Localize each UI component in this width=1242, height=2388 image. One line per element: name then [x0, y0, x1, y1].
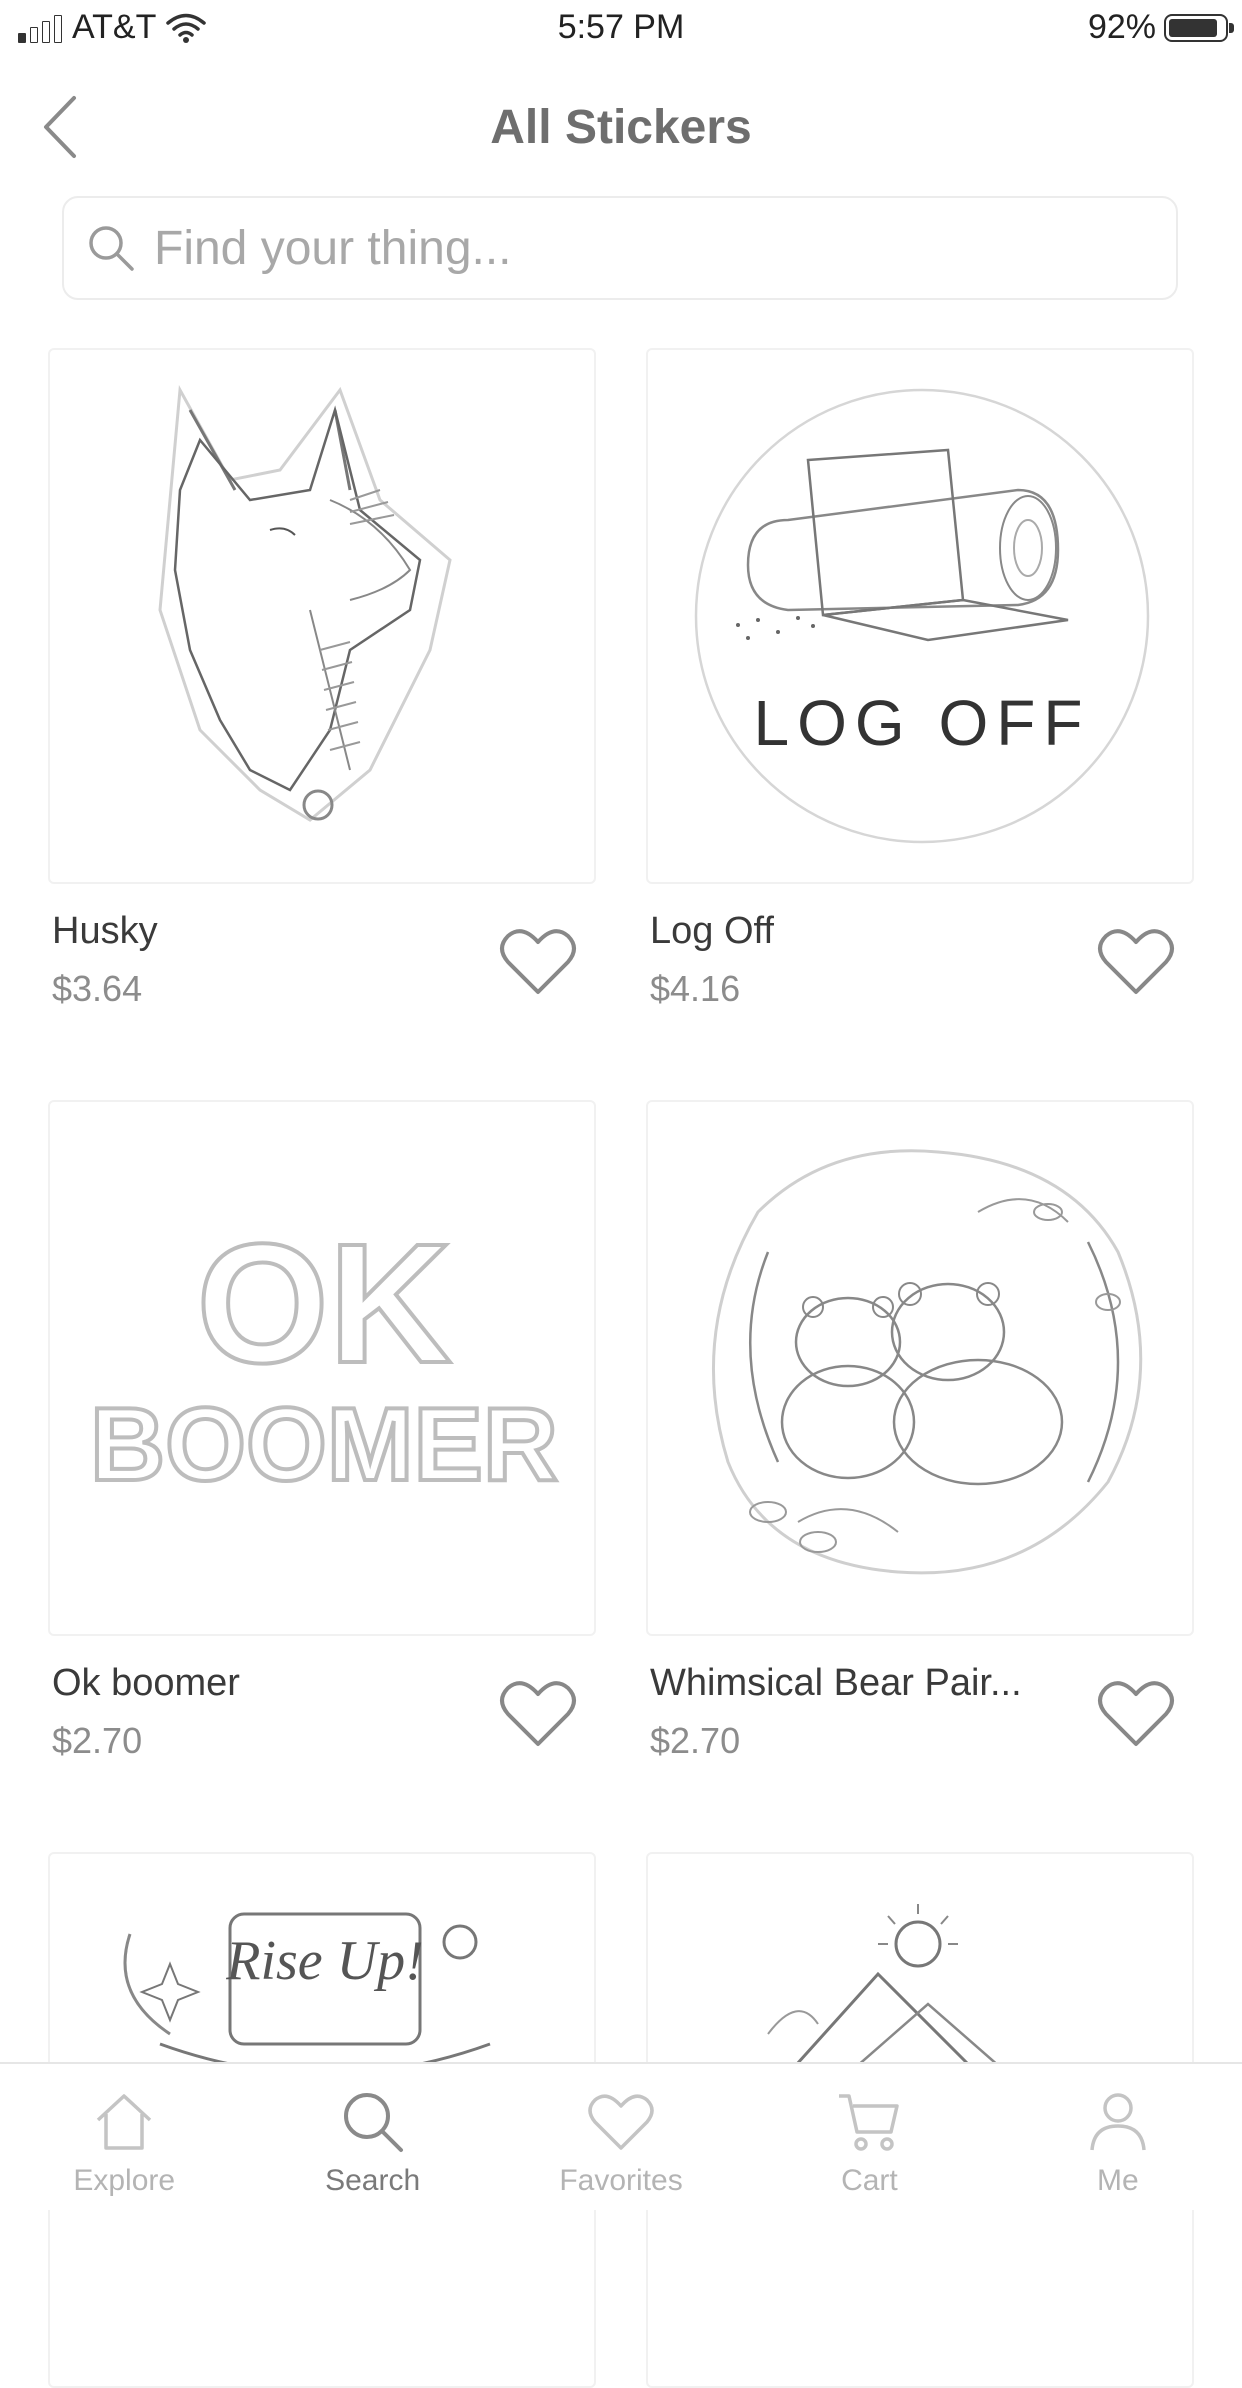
tab-label: Me	[1096, 2164, 1139, 2197]
heart-icon	[1098, 929, 1174, 994]
product-card[interactable]: OK BOOMER Ok boomer $2.70	[48, 1100, 598, 1761]
search-icon	[343, 2093, 403, 2152]
tab-search[interactable]: Search	[248, 2064, 496, 2210]
product-card[interactable]: Whimsical Bear Pair... $2.70	[646, 1100, 1196, 1761]
heart-icon	[588, 2094, 654, 2150]
heart-icon	[500, 1681, 576, 1746]
boomer-art-text: BOOMER	[90, 1387, 558, 1503]
heart-icon	[500, 929, 576, 994]
tab-cart[interactable]: Cart	[745, 2064, 993, 2210]
product-image[interactable]: OK BOOMER	[48, 1100, 596, 1636]
status-time: 5:57 PM	[557, 8, 685, 46]
status-bar: AT&T 5:57 PM 92%	[0, 0, 1242, 58]
product-name: Whimsical Bear Pair...	[650, 1662, 1022, 1704]
tab-bar: Explore Search Favorites Cart Me	[0, 2062, 1242, 2210]
status-right: 92%	[1087, 8, 1234, 47]
battery-percent: 92%	[1087, 8, 1156, 46]
favorite-button[interactable]	[1096, 1678, 1176, 1750]
tab-favorites[interactable]: Favorites	[497, 2064, 745, 2210]
search-icon	[89, 226, 134, 271]
person-icon	[1090, 2093, 1146, 2151]
tab-me[interactable]: Me	[994, 2064, 1242, 2210]
product-image[interactable]	[48, 348, 596, 884]
bear-pair-sticker-art	[711, 1149, 1143, 1575]
ok-boomer-sticker-art: OK BOOMER	[88, 1207, 560, 1505]
product-card[interactable]: Husky $3.64	[48, 348, 598, 1009]
product-name: Log Off	[650, 910, 774, 952]
home-icon	[97, 2094, 152, 2150]
log-off-sticker-art: LOG OFF	[694, 388, 1150, 844]
favorite-button[interactable]	[498, 1678, 578, 1750]
product-price: $4.16	[650, 968, 741, 1009]
battery-icon	[1164, 13, 1234, 42]
rise-up-art-text: Rise Up!	[225, 1930, 424, 1992]
navigation-bar: All Stickers	[0, 62, 1242, 192]
battery-level	[1169, 18, 1217, 37]
product-image[interactable]: LOG OFF	[646, 348, 1194, 884]
product-card[interactable]: LOG OFF Log Off $4.16	[646, 348, 1196, 1009]
product-price: $2.70	[52, 1720, 143, 1761]
heart-icon	[1098, 1681, 1174, 1746]
tab-label: Explore	[73, 2164, 176, 2197]
favorite-button[interactable]	[1096, 926, 1176, 998]
log-off-art-text: LOG OFF	[754, 687, 1091, 759]
search-input[interactable]	[152, 219, 1056, 277]
tab-label: Cart	[841, 2164, 898, 2197]
search-bar[interactable]	[62, 196, 1178, 300]
ok-art-text: OK	[197, 1209, 452, 1399]
product-price: $2.70	[650, 1720, 741, 1761]
tab-label: Favorites	[559, 2164, 683, 2197]
cart-icon	[839, 2094, 900, 2151]
husky-sticker-art	[158, 385, 452, 822]
product-name: Ok boomer	[52, 1662, 240, 1704]
page-title: All Stickers	[490, 101, 752, 154]
favorite-button[interactable]	[498, 926, 578, 998]
product-image[interactable]	[646, 1100, 1194, 1636]
tab-explore[interactable]: Explore	[0, 2064, 248, 2210]
product-price: $3.64	[52, 968, 143, 1009]
tab-label: Search	[325, 2164, 421, 2197]
product-name: Husky	[52, 910, 158, 952]
